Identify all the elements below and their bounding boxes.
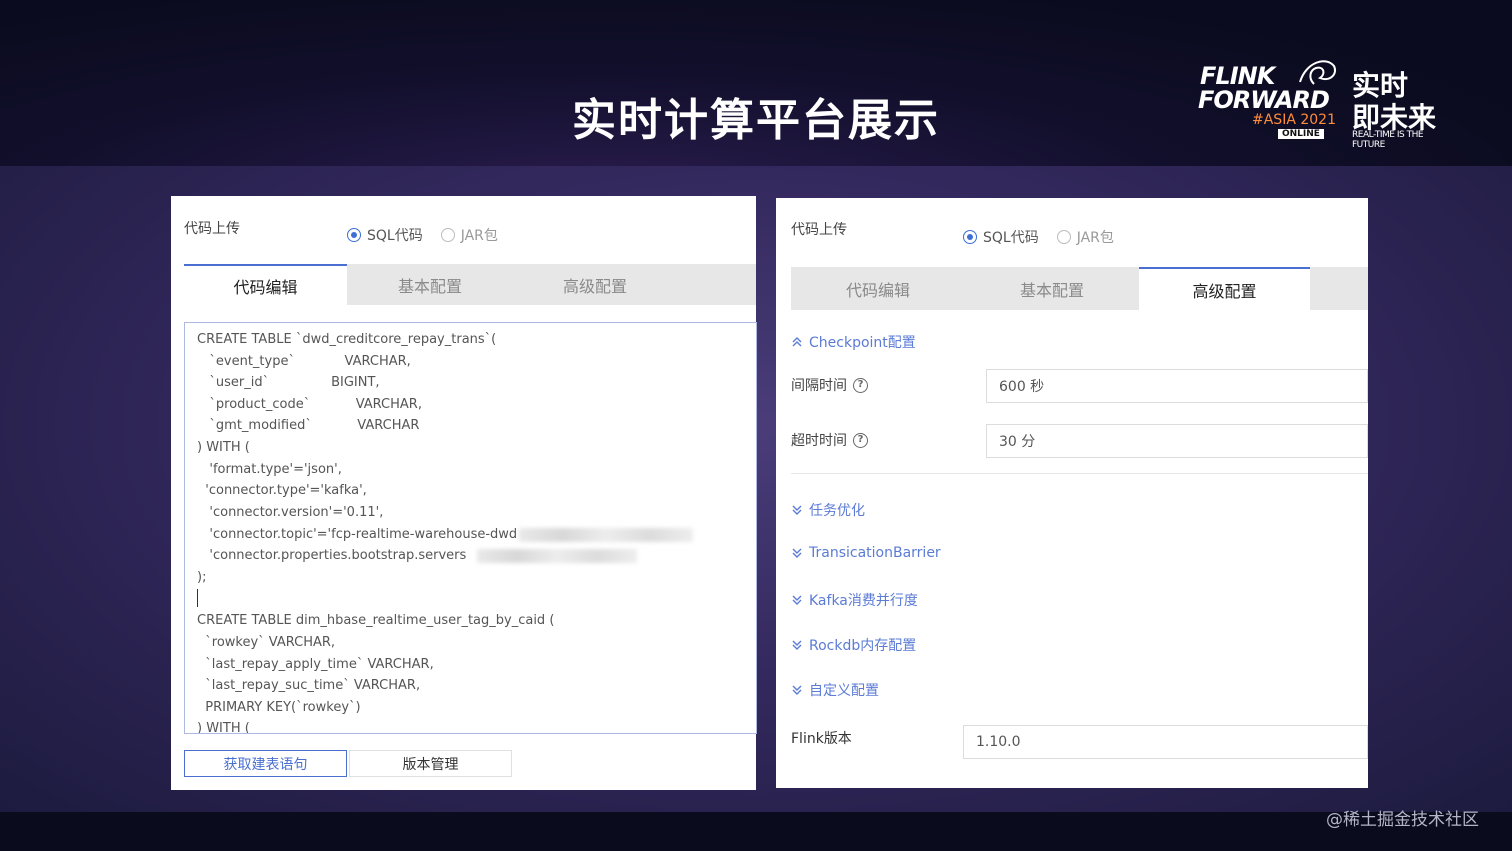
code-line: `event_type` VARCHAR, xyxy=(197,354,411,369)
section-label: TransicationBarrier xyxy=(809,545,941,561)
flink-version-label: Flink版本 xyxy=(791,728,852,748)
code-line: `rowkey` VARCHAR, xyxy=(197,635,336,650)
help-icon[interactable]: ? xyxy=(853,377,868,393)
radio-sql-label: SQL代码 xyxy=(367,228,423,244)
footer-band xyxy=(0,812,1512,851)
code-line: ); xyxy=(197,570,207,585)
tab-basic-config[interactable]: 基本配置 xyxy=(347,264,513,305)
right-panel-advanced-config: 代码上传 SQL代码 JAR包 代码编辑 基本配置 高级配置 Checkpoin… xyxy=(776,198,1368,788)
radio-jar[interactable]: JAR包 xyxy=(1056,227,1114,247)
code-line: 'connector.properties.bootstrap.servers xyxy=(197,548,467,563)
interval-label-text: 间隔时间 xyxy=(791,378,847,394)
tab-bar: 代码编辑 基本配置 高级配置 xyxy=(184,264,756,305)
version-management-button[interactable]: 版本管理 xyxy=(349,750,512,777)
radio-jar-icon xyxy=(1056,230,1071,244)
radio-jar-icon xyxy=(440,228,455,242)
code-line: 'format.type'='json', xyxy=(197,462,342,477)
logo-tagline: REAL-TIME IS THE FUTURE xyxy=(1352,130,1424,150)
watermark: @稀土掘金技术社区 xyxy=(1326,810,1479,830)
timeout-input[interactable]: 30 分 xyxy=(986,424,1368,458)
tab-code-edit[interactable]: 代码编辑 xyxy=(791,267,965,310)
code-line: `product_code` VARCHAR, xyxy=(197,397,422,412)
logo-line-online: ONLINE xyxy=(1278,129,1324,139)
radio-sql-icon xyxy=(347,228,361,242)
sql-code-editor[interactable]: CREATE TABLE `dwd_creditcore_repay_trans… xyxy=(184,322,757,734)
upload-label: 代码上传 xyxy=(791,222,847,238)
code-line: `gmt_modified` VARCHAR xyxy=(197,418,420,433)
flink-version-label-text: Flink版本 xyxy=(791,731,852,747)
upload-type-radio-group: SQL代码 JAR包 xyxy=(963,227,1132,247)
code-line: PRIMARY KEY(`rowkey`) xyxy=(197,700,361,715)
text-cursor xyxy=(197,589,198,607)
tab-advanced-config[interactable]: 高级配置 xyxy=(513,264,677,305)
tab-advanced-config[interactable]: 高级配置 xyxy=(1139,267,1310,310)
code-line: `user_id` BIGINT, xyxy=(197,375,380,390)
interval-label: 间隔时间 ? xyxy=(791,375,868,395)
redacted-blur xyxy=(519,528,693,542)
radio-jar-label: JAR包 xyxy=(460,228,498,244)
rocksdb-memory-toggle[interactable]: Rockdb内存配置 xyxy=(791,635,916,655)
code-line: 'connector.topic'='fcp-realtime-warehous… xyxy=(197,527,518,542)
tab-code-edit[interactable]: 代码编辑 xyxy=(184,264,347,305)
code-line: `last_repay_apply_time` VARCHAR, xyxy=(197,657,434,672)
chevron-down-icon xyxy=(792,548,802,558)
tab-bar: 代码编辑 基本配置 高级配置 xyxy=(791,267,1368,310)
squirrel-icon xyxy=(1299,60,1336,85)
section-label: Rockdb内存配置 xyxy=(809,638,917,654)
transaction-barrier-toggle[interactable]: TransicationBarrier xyxy=(791,545,941,561)
interval-input[interactable]: 600 秒 xyxy=(986,369,1368,403)
checkpoint-section-toggle[interactable]: Checkpoint配置 xyxy=(791,332,916,352)
timeout-label: 超时时间 ? xyxy=(791,430,868,450)
task-optimization-toggle[interactable]: 任务优化 xyxy=(791,500,865,520)
help-icon[interactable]: ? xyxy=(853,432,868,448)
radio-jar-label: JAR包 xyxy=(1076,230,1114,246)
code-line: CREATE TABLE dim_hbase_realtime_user_tag… xyxy=(197,613,555,628)
chevron-down-icon xyxy=(792,595,802,605)
custom-config-toggle[interactable]: 自定义配置 xyxy=(791,680,879,700)
upload-label: 代码上传 xyxy=(184,221,240,237)
chevron-up-icon xyxy=(792,337,802,347)
timeout-label-text: 超时时间 xyxy=(791,433,847,449)
section-label: 任务优化 xyxy=(809,503,865,519)
get-ddl-button[interactable]: 获取建表语句 xyxy=(184,750,347,777)
radio-sql-label: SQL代码 xyxy=(983,230,1039,246)
code-line: `last_repay_suc_time` VARCHAR, xyxy=(197,678,421,693)
chevron-down-icon xyxy=(792,685,802,695)
section-divider xyxy=(791,473,1368,474)
radio-jar[interactable]: JAR包 xyxy=(440,225,498,245)
flink-version-select[interactable]: 1.10.0 xyxy=(963,725,1368,759)
flink-forward-logo: FLINK FORWARD #ASIA 2021 ONLINE 实时 即未来 R… xyxy=(1196,58,1456,150)
section-label: Kafka消费并行度 xyxy=(809,593,918,609)
redacted-blur xyxy=(477,549,637,563)
upload-type-radio-group: SQL代码 JAR包 xyxy=(347,225,516,245)
chevron-down-icon xyxy=(792,505,802,515)
kafka-parallelism-toggle[interactable]: Kafka消费并行度 xyxy=(791,590,918,610)
radio-sql[interactable]: SQL代码 xyxy=(963,227,1039,247)
checkpoint-section-label: Checkpoint配置 xyxy=(809,335,916,351)
code-line: CREATE TABLE `dwd_creditcore_repay_trans… xyxy=(197,332,497,347)
radio-sql-icon xyxy=(963,230,977,244)
code-line: 'connector.version'='0.11', xyxy=(197,505,384,520)
code-line: ) WITH ( xyxy=(197,721,250,734)
logo-line-asia: #ASIA 2021 xyxy=(1252,112,1336,128)
radio-sql[interactable]: SQL代码 xyxy=(347,225,423,245)
code-line: 'connector.type'='kafka', xyxy=(197,483,367,498)
left-panel-code-edit: 代码上传 SQL代码 JAR包 代码编辑 基本配置 高级配置 CREATE TA… xyxy=(171,196,757,790)
section-label: 自定义配置 xyxy=(809,683,879,699)
code-line: ) WITH ( xyxy=(197,440,250,455)
tab-basic-config[interactable]: 基本配置 xyxy=(965,267,1139,310)
chevron-down-icon xyxy=(792,640,802,650)
